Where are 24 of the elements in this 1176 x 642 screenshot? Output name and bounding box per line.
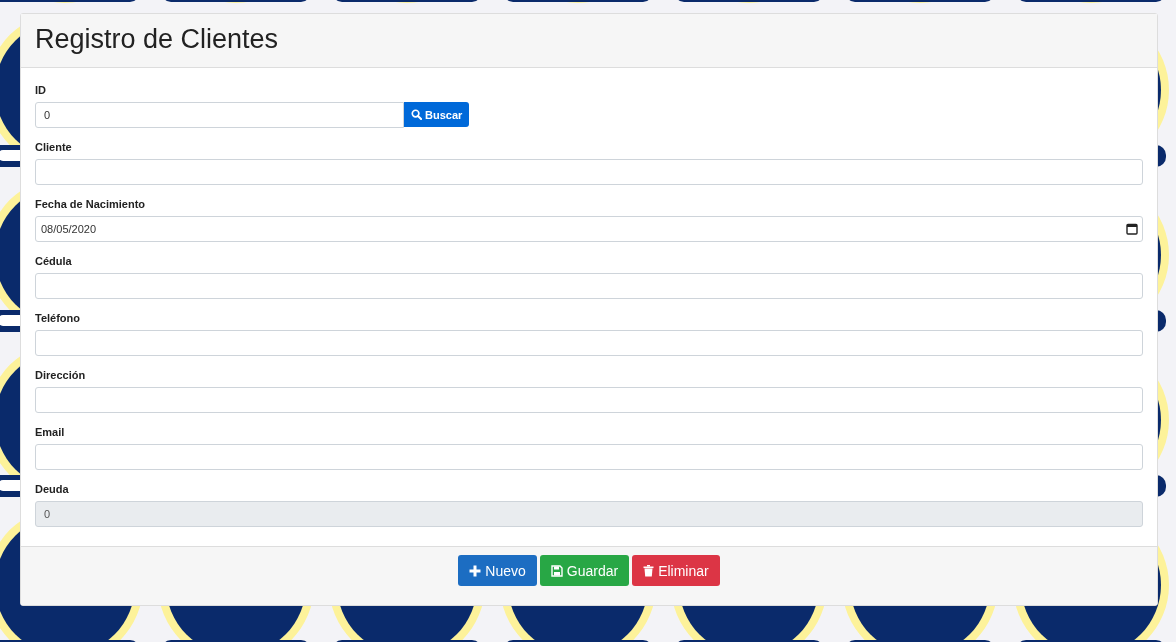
field-label: Deuda — [35, 483, 69, 495]
input-field[interactable] — [35, 159, 1143, 185]
trash-icon — [643, 564, 655, 577]
date-field[interactable]: 08/05/2020 — [35, 216, 1143, 242]
field-label: Fecha de Nacimiento — [35, 198, 146, 210]
save-button[interactable]: Guardar — [539, 555, 630, 586]
field-label: ID — [35, 84, 46, 96]
field-label: Teléfono — [35, 312, 80, 324]
new-button[interactable]: Nuevo — [458, 555, 537, 586]
field-label: Email — [35, 426, 65, 438]
input-field[interactable] — [35, 444, 1143, 470]
search-button[interactable]: Buscar — [404, 102, 470, 127]
field-label: Cédula — [35, 255, 72, 267]
calendar-icon — [1126, 223, 1138, 235]
delete-button[interactable]: Eliminar — [632, 555, 720, 586]
plus-icon — [469, 564, 482, 577]
input-field[interactable] — [35, 387, 1143, 413]
page-title: Registro de Clientes — [35, 23, 280, 56]
search-icon — [411, 109, 422, 120]
input-field[interactable] — [35, 273, 1143, 299]
field-label: Dirección — [35, 369, 86, 381]
input-field[interactable] — [35, 330, 1143, 356]
field-label: Cliente — [35, 141, 72, 153]
id-field[interactable]: 0 — [35, 102, 404, 128]
